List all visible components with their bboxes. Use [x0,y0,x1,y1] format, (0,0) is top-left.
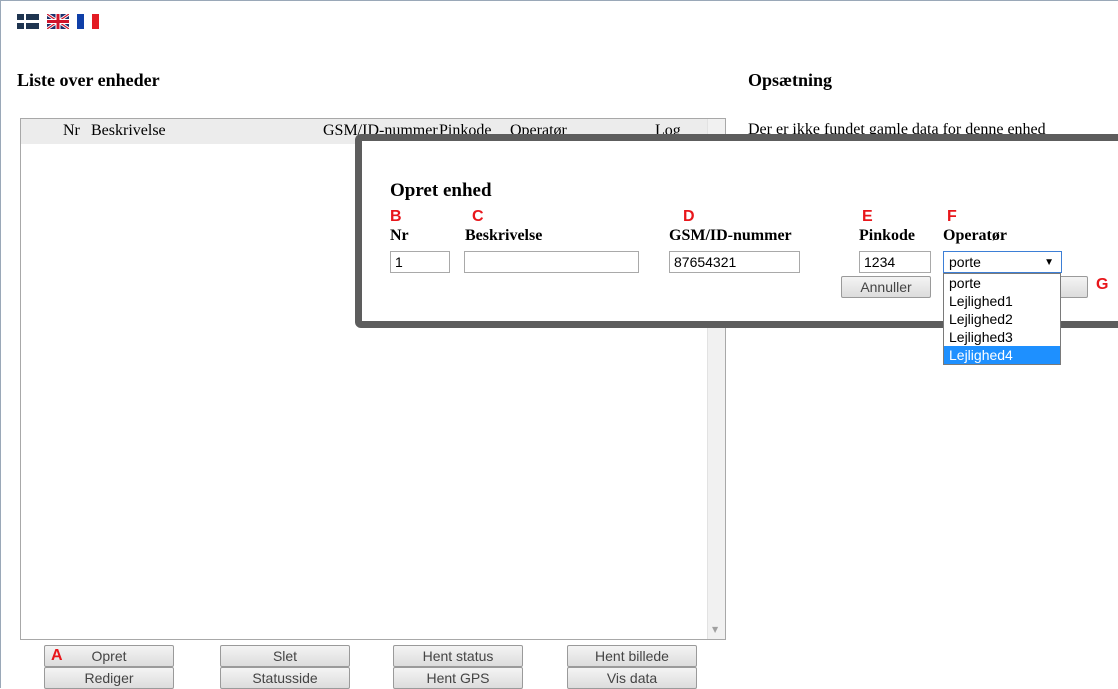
operator-label: Operatør [943,227,1007,244]
gsm-field[interactable]: 87654321 [669,251,800,273]
annotation-d: D [683,208,695,225]
status-page-button[interactable]: Statusside [220,667,350,689]
fetch-gps-button[interactable]: Hent GPS [393,667,523,689]
dialog-title: Opret enhed [390,180,492,201]
show-data-button[interactable]: Vis data [567,667,697,689]
setup-title: Opsætning [748,70,833,90]
annotation-c: C [472,208,484,225]
france-flag-icon[interactable] [77,14,99,29]
nr-label: Nr [390,227,409,244]
fetch-status-button[interactable]: Hent status [393,645,523,667]
annotation-b: B [390,208,402,225]
annotation-f: F [947,208,957,225]
operator-option[interactable]: Lejlighed1 [944,292,1060,310]
annotation-a: A [51,647,63,664]
operator-option[interactable]: porte [944,274,1060,292]
operator-dropdown-list[interactable]: porte Lejlighed1 Lejlighed2 Lejlighed3 L… [943,273,1061,365]
scroll-down-arrow-icon[interactable]: ▼ [712,625,718,634]
uk-flag-icon[interactable] [47,14,69,29]
edit-button[interactable]: Rediger [44,667,174,689]
grid-icon[interactable] [17,14,39,29]
operator-option-highlighted[interactable]: Lejlighed4 [944,346,1060,364]
operator-select[interactable]: porte ▼ [943,251,1062,273]
cancel-button[interactable]: Annuller [841,276,931,298]
pin-label: Pinkode [859,227,916,244]
operator-option[interactable]: Lejlighed2 [944,310,1060,328]
fetch-image-button[interactable]: Hent billede [567,645,697,667]
language-bar [17,14,99,29]
gsm-label: GSM/ID-nummer [669,227,792,244]
description-label: Beskrivelse [465,227,543,244]
operator-option[interactable]: Lejlighed3 [944,328,1060,346]
window-left-border [0,0,1,688]
chevron-down-icon: ▼ [1044,257,1054,268]
annotation-g: G [1096,276,1109,293]
annotation-e: E [862,208,873,225]
delete-button[interactable]: Slet [220,645,350,667]
column-nr[interactable]: Nr [63,122,80,140]
column-description[interactable]: Beskrivelse [91,122,166,140]
window-top-border [0,0,1118,1]
pin-field[interactable]: 1234 [859,251,931,273]
device-list-title: Liste over enheder [17,70,160,90]
nr-field[interactable]: 1 [390,251,450,273]
create-button[interactable]: Opret [44,645,174,667]
description-field[interactable] [464,251,639,273]
